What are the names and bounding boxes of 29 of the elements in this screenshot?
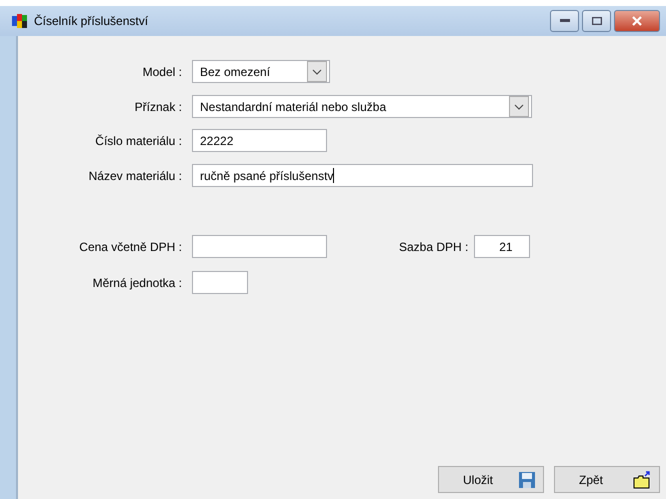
- field-label: Číslo materiálu :: [94, 134, 183, 148]
- back-button[interactable]: Zpět: [554, 466, 660, 493]
- window-title: Číselník příslušenství: [34, 14, 150, 28]
- save-button[interactable]: Uložit: [438, 466, 544, 493]
- text-field[interactable]: 21: [474, 235, 530, 258]
- minimize-button[interactable]: [550, 10, 579, 32]
- text-field[interactable]: 22222: [192, 129, 327, 152]
- app-icon: [12, 14, 28, 28]
- chevron-down-icon: [514, 104, 524, 110]
- close-icon: [632, 16, 642, 26]
- dropdown-button[interactable]: [307, 61, 327, 82]
- field-label: Měrná jednotka :: [92, 276, 183, 290]
- dropdown[interactable]: Nestandardní materiál nebo služba: [192, 95, 532, 118]
- maximize-icon: [592, 17, 602, 25]
- text-field[interactable]: [192, 271, 248, 294]
- maximize-button[interactable]: [582, 10, 611, 32]
- text-field[interactable]: ručně psané příslušenstv: [192, 164, 533, 187]
- minimize-icon: [560, 19, 570, 23]
- field-label: Název materiálu :: [88, 168, 183, 182]
- close-button[interactable]: [614, 10, 660, 32]
- field-label: Cena včetně DPH :: [78, 240, 183, 254]
- chevron-down-icon: [312, 68, 322, 74]
- field-label: Sazba DPH :: [399, 240, 468, 254]
- field-label: Model :: [142, 64, 183, 78]
- dropdown-button[interactable]: [509, 96, 529, 117]
- dropdown[interactable]: Bez omezení: [192, 60, 330, 83]
- text-field[interactable]: [192, 235, 327, 258]
- folder-arrow-icon: [633, 470, 651, 488]
- field-label: Příznak :: [134, 100, 183, 114]
